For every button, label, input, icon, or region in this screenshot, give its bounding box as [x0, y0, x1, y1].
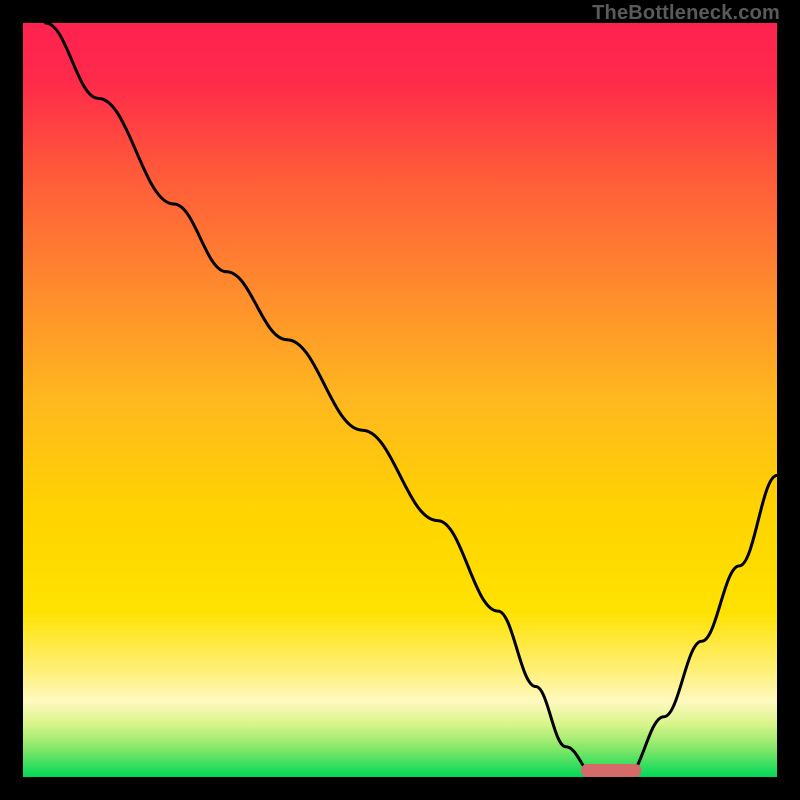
chart-frame: TheBottleneck.com: [0, 0, 800, 800]
plot-area: [23, 23, 777, 777]
watermark-label: TheBottleneck.com: [592, 2, 780, 25]
gradient-background: [23, 23, 777, 777]
bottleneck-chart: [23, 23, 777, 777]
optimal-range-marker: [581, 764, 641, 777]
